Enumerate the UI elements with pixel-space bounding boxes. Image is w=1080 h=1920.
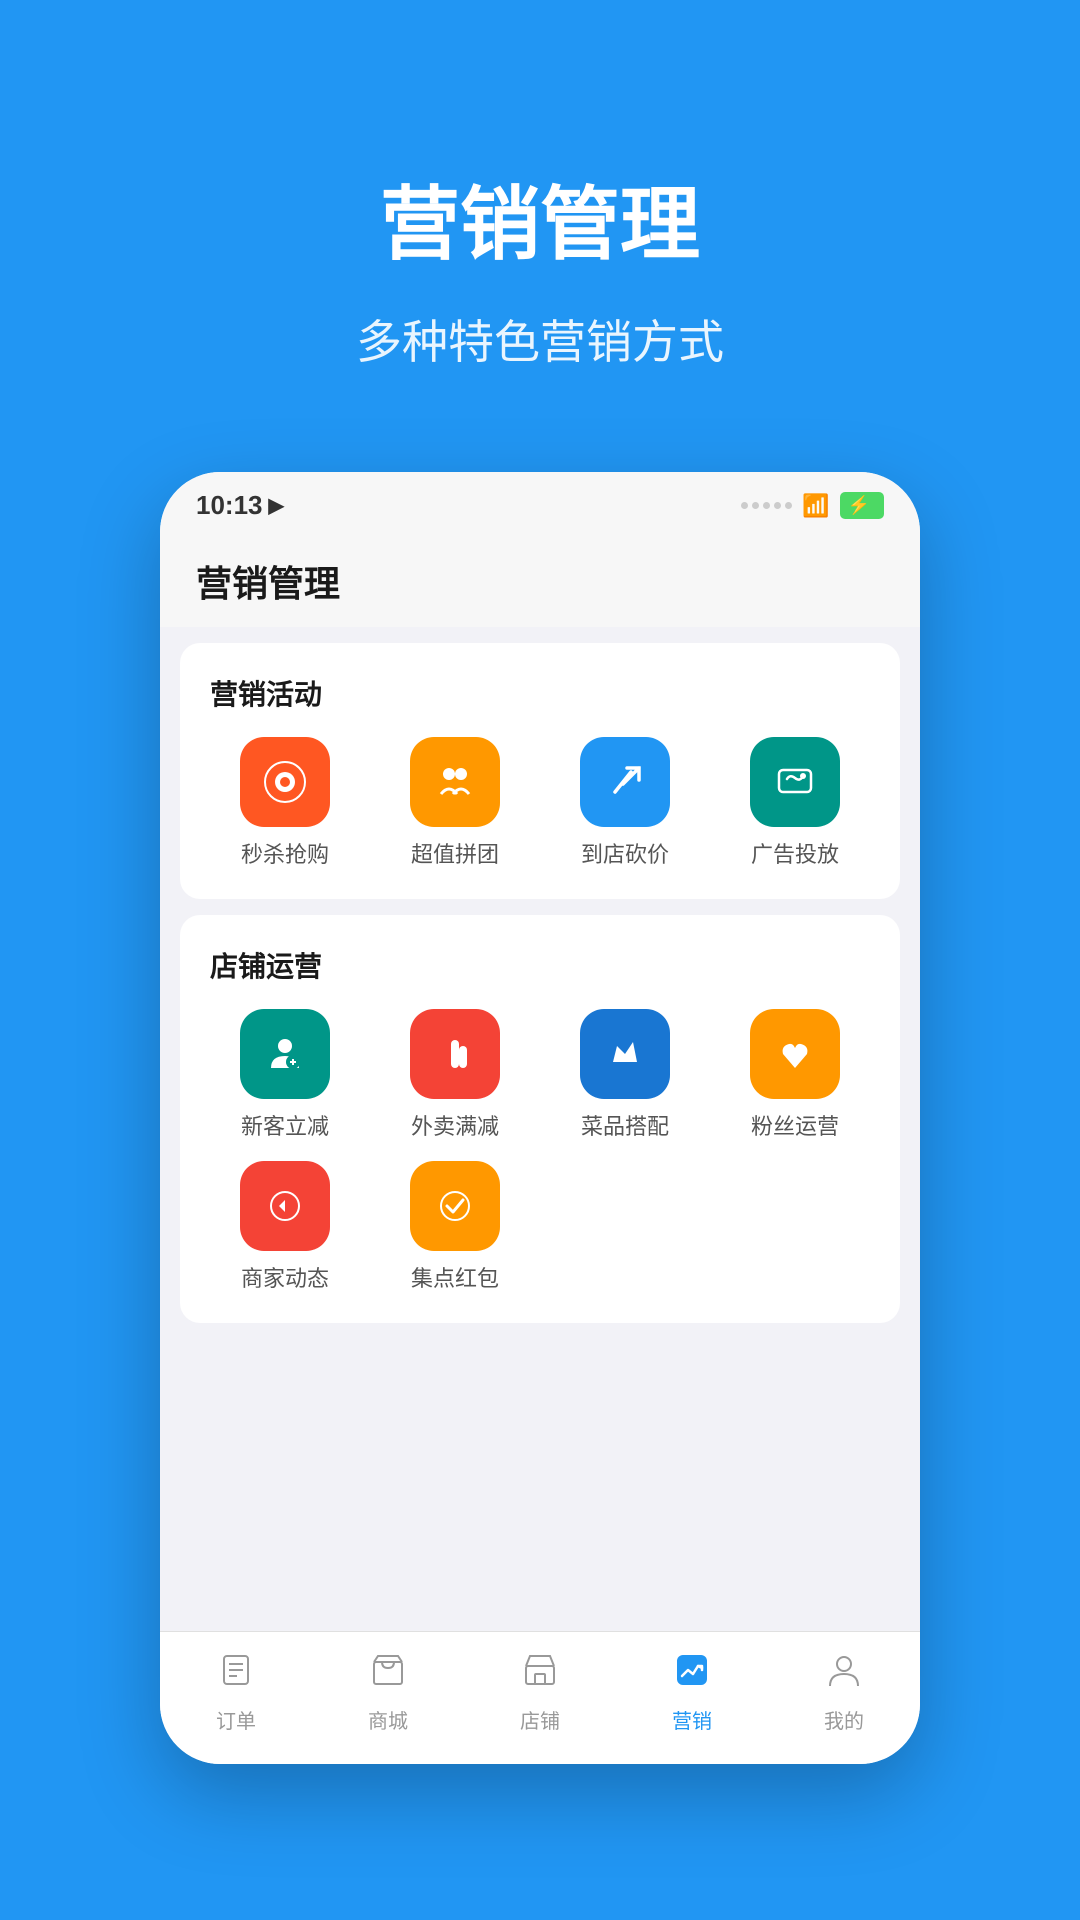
delivery-discount-icon	[410, 1009, 500, 1099]
dish-combo-label: 菜品搭配	[581, 1109, 669, 1141]
delivery-discount-label: 外卖满减	[411, 1109, 499, 1141]
page-title-bar: 营销管理	[160, 531, 920, 627]
stamp-red-packet-item[interactable]: 集点红包	[380, 1161, 530, 1293]
header-section: 营销管理 多种特色营销方式	[0, 0, 1080, 452]
new-customer-label: 新客立减	[241, 1109, 329, 1141]
wifi-icon: 📶	[802, 493, 829, 519]
store-ops-row2: 商家动态 集点红包	[200, 1161, 880, 1293]
nav-store[interactable]: 店铺	[464, 1652, 616, 1734]
empty-slot-2	[720, 1161, 870, 1293]
group-buy-icon	[410, 737, 500, 827]
merchant-dynamics-item[interactable]: 商家动态	[210, 1161, 360, 1293]
nav-orders[interactable]: 订单	[160, 1652, 312, 1734]
app-content: 营销管理 营销活动 秒杀抢购	[160, 531, 920, 1631]
store-operations-title: 店铺运营	[200, 945, 880, 985]
battery-icon: ⚡	[840, 492, 884, 519]
advertising-item[interactable]: 广告投放	[720, 737, 870, 869]
merchant-dynamics-icon	[240, 1161, 330, 1251]
in-store-price-item[interactable]: 到店砍价	[550, 737, 700, 869]
group-buy-item[interactable]: 超值拼团	[380, 737, 530, 869]
page-title: 营销管理	[196, 555, 884, 607]
store-label: 店铺	[520, 1705, 560, 1734]
fan-operations-icon	[750, 1009, 840, 1099]
profile-label: 我的	[824, 1705, 864, 1734]
marketing-label: 营销	[672, 1705, 712, 1734]
mall-icon	[370, 1652, 406, 1697]
advertising-label: 广告投放	[751, 837, 839, 869]
phone-mockup: 10:13 ▶ 📶 ⚡ 营销管理 营销活动	[160, 472, 920, 1764]
empty-slot-1	[550, 1161, 700, 1293]
dish-combo-icon	[580, 1009, 670, 1099]
status-bar: 10:13 ▶ 📶 ⚡	[160, 472, 920, 531]
store-icon	[522, 1652, 558, 1697]
nav-mall[interactable]: 商城	[312, 1652, 464, 1734]
in-store-price-label: 到店砍价	[581, 837, 669, 869]
marketing-activities-title: 营销活动	[200, 673, 880, 713]
store-ops-row1: 新客立减 外卖满减	[200, 1009, 880, 1141]
nav-profile[interactable]: 我的	[768, 1652, 920, 1734]
new-customer-icon	[240, 1009, 330, 1099]
stamp-red-packet-label: 集点红包	[411, 1261, 499, 1293]
group-buy-label: 超值拼团	[411, 837, 499, 869]
status-icons: 📶 ⚡	[741, 492, 884, 519]
fan-operations-label: 粉丝运营	[751, 1109, 839, 1141]
flash-sale-label: 秒杀抢购	[241, 837, 329, 869]
advertising-icon	[750, 737, 840, 827]
dish-combo-item[interactable]: 菜品搭配	[550, 1009, 700, 1141]
new-customer-discount-item[interactable]: 新客立减	[210, 1009, 360, 1141]
marketing-activities-card: 营销活动 秒杀抢购	[180, 643, 900, 899]
nav-marketing[interactable]: 营销	[616, 1652, 768, 1734]
status-time: 10:13 ▶	[196, 490, 284, 521]
signal-icon	[741, 502, 792, 509]
profile-icon	[826, 1652, 862, 1697]
merchant-dynamics-label: 商家动态	[241, 1261, 329, 1293]
marketing-icon	[674, 1652, 710, 1697]
delivery-discount-item[interactable]: 外卖满减	[380, 1009, 530, 1141]
stamp-red-packet-icon	[410, 1161, 500, 1251]
in-store-price-icon	[580, 737, 670, 827]
location-arrow-icon: ▶	[269, 493, 284, 518]
bottom-nav: 订单 商城 店铺	[160, 1631, 920, 1764]
fan-operations-item[interactable]: 粉丝运营	[720, 1009, 870, 1141]
flash-sale-item[interactable]: 秒杀抢购	[210, 737, 360, 869]
flash-sale-icon	[240, 737, 330, 827]
orders-icon	[218, 1652, 254, 1697]
header-subtitle: 多种特色营销方式	[40, 306, 1040, 372]
marketing-activities-grid: 秒杀抢购 超值拼团	[200, 737, 880, 869]
store-operations-card: 店铺运营 新客立减	[180, 915, 900, 1323]
orders-label: 订单	[216, 1705, 256, 1734]
header-title: 营销管理	[40, 160, 1040, 276]
mall-label: 商城	[368, 1705, 408, 1734]
